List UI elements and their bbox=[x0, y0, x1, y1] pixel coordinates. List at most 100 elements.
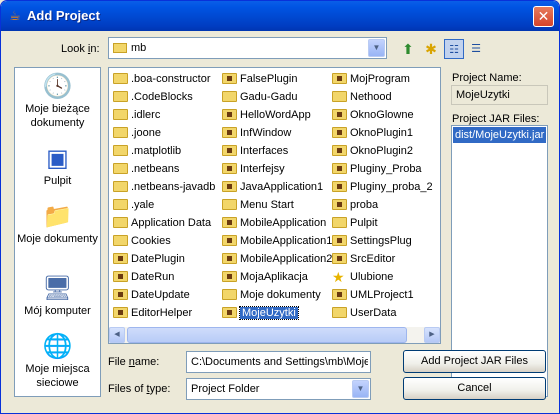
file-list-item[interactable]: .CodeBlocks bbox=[111, 88, 215, 106]
folder-icon bbox=[113, 43, 127, 53]
file-list-item[interactable]: Pulpit bbox=[330, 214, 433, 232]
project-name-field: MojeUzytki bbox=[451, 85, 548, 105]
file-list-item[interactable]: Gadu-Gadu bbox=[220, 88, 332, 106]
file-list-item[interactable]: UMLProject1 bbox=[330, 286, 433, 304]
file-list-item[interactable]: .netbeans bbox=[111, 160, 215, 178]
file-list-item[interactable]: FalsePlugin bbox=[220, 70, 332, 88]
place-recent-documents[interactable]: 🕓 Moje bieżące dokumenty bbox=[15, 72, 100, 130]
scrollbar-thumb[interactable] bbox=[127, 327, 407, 343]
look-in-combo[interactable]: mb ▼ bbox=[108, 37, 387, 59]
file-list-item[interactable]: Nethood bbox=[330, 88, 433, 106]
chevron-down-icon[interactable]: ▼ bbox=[352, 380, 369, 398]
java-icon: ☕ bbox=[9, 8, 21, 23]
close-button[interactable]: ✕ bbox=[533, 6, 554, 27]
file-list-item[interactable]: MobileApplication bbox=[220, 214, 332, 232]
file-name-text: HelloWordApp bbox=[240, 109, 311, 121]
file-list-item[interactable]: .joone bbox=[111, 124, 215, 142]
file-name-text: Pluginy_proba_2 bbox=[350, 181, 433, 193]
file-list-item[interactable]: .boa-constructor bbox=[111, 70, 215, 88]
list-view-icon[interactable]: ☷ bbox=[444, 39, 464, 59]
new-folder-icon[interactable]: ✱ bbox=[421, 39, 441, 59]
file-name-text: Cookies bbox=[131, 235, 171, 247]
file-name-text: JavaApplication1 bbox=[240, 181, 324, 193]
file-list-item[interactable]: HelloWordApp bbox=[220, 106, 332, 124]
file-list-item[interactable]: .netbeans-javadb bbox=[111, 178, 215, 196]
place-desktop[interactable]: ▣ Pulpit bbox=[15, 144, 100, 188]
place-label: Moje dokumenty bbox=[17, 233, 98, 245]
file-list-item[interactable]: EditorHelper bbox=[111, 304, 215, 322]
file-name-text: MojeUzytki bbox=[239, 306, 299, 320]
cancel-button[interactable]: Cancel bbox=[403, 377, 546, 400]
jar-list-item[interactable]: dist/MojeUzytki.jar bbox=[453, 127, 546, 143]
file-list-item[interactable]: ★ Ulubione bbox=[330, 268, 433, 286]
project-folder-icon bbox=[332, 253, 347, 264]
file-name-text: Interfaces bbox=[240, 145, 289, 157]
place-label: Mój komputer bbox=[24, 305, 91, 317]
file-column-3: MojProgram Nethood OknoGlowne OknoPlugin1 Ok… bbox=[330, 70, 433, 322]
project-name-value: MojeUzytki bbox=[456, 89, 510, 101]
file-name-value: C:\Documents and Settings\mb\MojeUzytki bbox=[191, 356, 368, 368]
file-list-item[interactable]: MobileApplication1 bbox=[220, 232, 332, 250]
file-name-text: proba bbox=[350, 199, 379, 211]
file-list-item[interactable]: Pluginy_Proba bbox=[330, 160, 433, 178]
look-in-label: Look in: bbox=[61, 43, 100, 55]
file-list-item[interactable]: JavaApplication1 bbox=[220, 178, 332, 196]
file-name-input[interactable]: C:\Documents and Settings\mb\MojeUzytki bbox=[186, 351, 371, 373]
project-folder-icon bbox=[222, 253, 237, 264]
file-list[interactable]: .boa-constructor .CodeBlocks .idlerc .joone… bbox=[108, 67, 441, 344]
file-name-text: DateRun bbox=[131, 271, 175, 283]
project-folder-icon bbox=[113, 271, 128, 282]
file-list-item[interactable]: Interfejsy bbox=[220, 160, 332, 178]
file-list-item[interactable]: InfWindow bbox=[220, 124, 332, 142]
add-project-jar-files-button[interactable]: Add Project JAR Files bbox=[403, 350, 546, 373]
file-list-item[interactable]: proba bbox=[330, 196, 433, 214]
title-bar[interactable]: ☕ Add Project ✕ bbox=[1, 1, 559, 31]
chevron-down-icon[interactable]: ▼ bbox=[368, 39, 385, 57]
project-folder-icon bbox=[222, 271, 237, 282]
files-of-type-combo[interactable]: Project Folder ▼ bbox=[186, 378, 371, 400]
file-list-item[interactable]: UserData bbox=[330, 304, 433, 322]
file-list-item[interactable]: OknoPlugin1 bbox=[330, 124, 433, 142]
file-name-text: DatePlugin bbox=[131, 253, 185, 265]
file-list-item[interactable]: .matplotlib bbox=[111, 142, 215, 160]
file-column-2: FalsePlugin Gadu-Gadu HelloWordApp InfWindo… bbox=[220, 70, 332, 322]
project-folder-icon bbox=[332, 145, 347, 156]
file-name-text: Ulubione bbox=[350, 271, 394, 283]
file-list-item[interactable]: .idlerc bbox=[111, 106, 215, 124]
horizontal-scrollbar[interactable]: ◀ ▶ bbox=[109, 327, 440, 343]
scroll-left-button[interactable]: ◀ bbox=[109, 327, 125, 343]
file-list-item[interactable]: SettingsPlug bbox=[330, 232, 433, 250]
up-folder-icon[interactable]: ⬆ bbox=[398, 39, 418, 59]
file-list-item[interactable]: Cookies bbox=[111, 232, 215, 250]
file-list-item[interactable]: Interfaces bbox=[220, 142, 332, 160]
file-name-text: UMLProject1 bbox=[350, 289, 414, 301]
file-name-text: OknoPlugin2 bbox=[350, 145, 413, 157]
project-jar-files-label: Project JAR Files: bbox=[452, 113, 540, 125]
file-list-item[interactable]: MobileApplication2 bbox=[220, 250, 332, 268]
file-list-item[interactable]: Application Data bbox=[111, 214, 215, 232]
file-list-item[interactable]: Pluginy_proba_2 bbox=[330, 178, 433, 196]
file-list-item[interactable]: DateRun bbox=[111, 268, 215, 286]
file-list-item[interactable]: OknoGlowne bbox=[330, 106, 433, 124]
place-my-documents[interactable]: 📁 Moje dokumenty bbox=[15, 202, 100, 246]
place-network[interactable]: 🌐 Moje miejsca sieciowe bbox=[15, 332, 100, 390]
file-list-item[interactable]: MojeUzytki bbox=[220, 304, 332, 322]
file-list-item[interactable]: MojaAplikacja bbox=[220, 268, 332, 286]
file-name-text: MojProgram bbox=[350, 73, 410, 85]
project-folder-icon bbox=[222, 307, 237, 318]
file-list-item[interactable]: Menu Start bbox=[220, 196, 332, 214]
file-name-text: .joone bbox=[131, 127, 161, 139]
scroll-right-button[interactable]: ▶ bbox=[424, 327, 440, 343]
file-list-item[interactable]: Moje dokumenty bbox=[220, 286, 332, 304]
file-list-item[interactable]: DateUpdate bbox=[111, 286, 215, 304]
places-bar: 🕓 Moje bieżące dokumenty ▣ Pulpit 📁 Moje… bbox=[14, 67, 101, 397]
folder-icon bbox=[113, 91, 128, 102]
place-my-computer[interactable]: 🖥 Mój komputer bbox=[15, 274, 100, 318]
file-list-item[interactable]: MojProgram bbox=[330, 70, 433, 88]
file-list-item[interactable]: DatePlugin bbox=[111, 250, 215, 268]
file-list-item[interactable]: SrcEditor bbox=[330, 250, 433, 268]
file-list-item[interactable]: .yale bbox=[111, 196, 215, 214]
file-list-item[interactable]: OknoPlugin2 bbox=[330, 142, 433, 160]
project-name-label: Project Name: bbox=[452, 72, 522, 84]
details-view-icon[interactable]: ☰ bbox=[466, 39, 486, 59]
